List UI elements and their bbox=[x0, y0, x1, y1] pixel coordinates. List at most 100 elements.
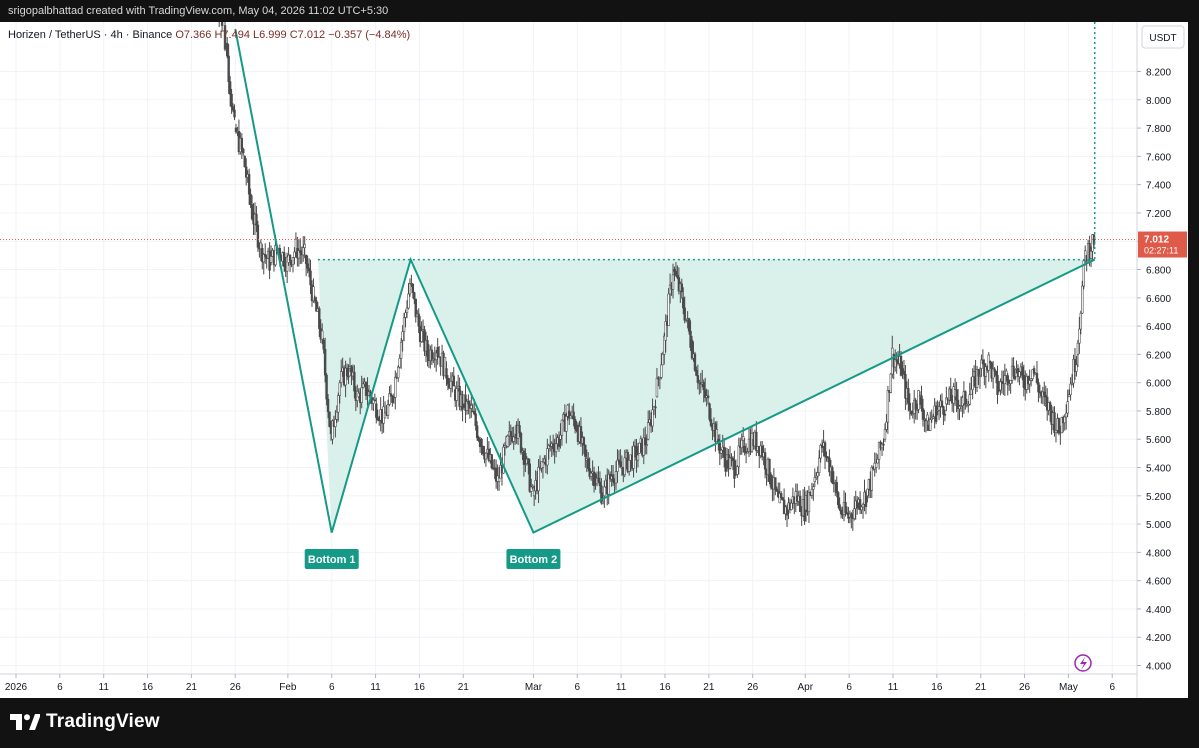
candle-body bbox=[360, 387, 363, 403]
candle-body bbox=[682, 297, 685, 309]
candle-body bbox=[942, 406, 945, 415]
candle-body bbox=[708, 403, 711, 420]
tradingview-logo-icon bbox=[10, 714, 40, 730]
y-tick-label: 6.000 bbox=[1146, 379, 1171, 390]
candle-body bbox=[1081, 285, 1084, 314]
candle-body bbox=[737, 445, 740, 468]
candle-body bbox=[408, 283, 412, 295]
candle-body bbox=[559, 434, 562, 440]
x-tick-label: 26 bbox=[747, 682, 759, 693]
candle-body bbox=[565, 416, 568, 432]
candle-body bbox=[603, 486, 606, 497]
candle-body bbox=[430, 349, 434, 361]
candle-body bbox=[1054, 430, 1058, 434]
candle-body bbox=[376, 417, 379, 421]
candle-body bbox=[934, 405, 938, 422]
candle-body bbox=[667, 293, 670, 326]
candle-body bbox=[264, 254, 267, 257]
candle-body bbox=[318, 308, 321, 329]
y-tick-label: 5.000 bbox=[1146, 520, 1171, 531]
candle-body bbox=[537, 466, 540, 492]
chart-frame[interactable]: Bottom 1 Bottom 2 Horizen / TetherUS · 4h … bbox=[0, 22, 1188, 698]
candle-body bbox=[497, 477, 501, 482]
candle-body bbox=[417, 313, 420, 327]
candle-body bbox=[413, 292, 416, 300]
candle-body bbox=[509, 431, 512, 437]
candle-body bbox=[968, 394, 971, 405]
candle-body bbox=[836, 492, 840, 506]
candle-body bbox=[1043, 391, 1046, 396]
x-tick-label: 6 bbox=[1109, 682, 1115, 693]
candle-body bbox=[307, 267, 311, 272]
candle-body bbox=[321, 330, 324, 340]
y-tick-label: 5.200 bbox=[1146, 492, 1171, 503]
candle-body bbox=[1003, 375, 1007, 385]
candle-body bbox=[644, 437, 647, 446]
candle-body bbox=[731, 457, 735, 462]
candle-body bbox=[1048, 402, 1052, 411]
candle-body bbox=[283, 252, 286, 267]
candle-body bbox=[1063, 416, 1066, 424]
x-tick-label: 16 bbox=[142, 682, 154, 693]
candle-body bbox=[1013, 376, 1017, 380]
candle-body bbox=[886, 390, 890, 423]
candle-body bbox=[584, 444, 587, 457]
candle-body bbox=[227, 55, 230, 82]
candle-body bbox=[779, 493, 783, 498]
candle-body bbox=[326, 398, 330, 413]
x-tick-label: Mar bbox=[525, 682, 543, 693]
candle-body bbox=[671, 274, 675, 290]
candle-body bbox=[397, 366, 400, 379]
candle-body bbox=[838, 504, 841, 510]
attribution-bar: srigopalbhattad created with TradingView… bbox=[0, 0, 1199, 22]
y-tick-label: 4.800 bbox=[1146, 548, 1171, 559]
legend-change: −0.357 (−4.84%) bbox=[328, 29, 410, 41]
candle-body bbox=[949, 388, 952, 402]
candle-body bbox=[781, 497, 784, 501]
candle-body bbox=[870, 467, 874, 491]
candle-body bbox=[1067, 394, 1071, 398]
candle-body bbox=[636, 454, 640, 461]
candle-body bbox=[582, 437, 586, 446]
candle-body bbox=[885, 421, 888, 430]
y-tick-label: 5.600 bbox=[1146, 435, 1171, 446]
candle-body bbox=[306, 263, 309, 269]
candle-body bbox=[1012, 365, 1015, 377]
x-tick-label: 11 bbox=[370, 682, 381, 693]
x-tick-label: 6 bbox=[329, 682, 335, 693]
candle-body bbox=[398, 358, 401, 368]
y-tick-label: 7.400 bbox=[1146, 181, 1171, 192]
candle-body bbox=[850, 513, 853, 518]
candle-body bbox=[798, 495, 802, 512]
candle-body bbox=[386, 404, 390, 416]
lightning-icon-bolt bbox=[1080, 657, 1087, 670]
candle-body bbox=[993, 368, 996, 372]
candle-body bbox=[937, 406, 941, 411]
candle-body bbox=[313, 297, 317, 302]
tradingview-logo[interactable]: TradingView bbox=[10, 710, 160, 734]
legend-low: L6.999 bbox=[253, 29, 290, 41]
current-price-label: 7.012 bbox=[1144, 235, 1169, 246]
candle-body bbox=[674, 270, 678, 276]
candle-body bbox=[1021, 366, 1024, 376]
candle-body bbox=[569, 415, 572, 419]
price-chart[interactable]: Bottom 1 Bottom 2 Horizen / TetherUS · 4h … bbox=[0, 22, 1188, 698]
bottom-label-1: Bottom 1 bbox=[304, 549, 359, 569]
y-tick-label: 5.800 bbox=[1146, 407, 1171, 418]
candle-body bbox=[921, 408, 925, 420]
candle-body bbox=[554, 443, 558, 453]
x-tick-label: 2026 bbox=[5, 682, 28, 693]
candle-body bbox=[883, 429, 887, 440]
candle-body bbox=[411, 284, 415, 293]
candle-body bbox=[720, 449, 723, 454]
x-tick-label: 11 bbox=[888, 682, 899, 693]
candle-body bbox=[623, 457, 626, 476]
candle-body bbox=[823, 442, 827, 457]
x-tick-label: 26 bbox=[230, 682, 242, 693]
chart-legend: Horizen / TetherUS · 4h · Binance O7.366… bbox=[8, 29, 410, 41]
candle-body bbox=[687, 318, 691, 332]
candle-body bbox=[530, 486, 533, 492]
candle-body bbox=[291, 257, 295, 266]
candle-body bbox=[420, 330, 423, 343]
candle-body bbox=[373, 399, 377, 402]
